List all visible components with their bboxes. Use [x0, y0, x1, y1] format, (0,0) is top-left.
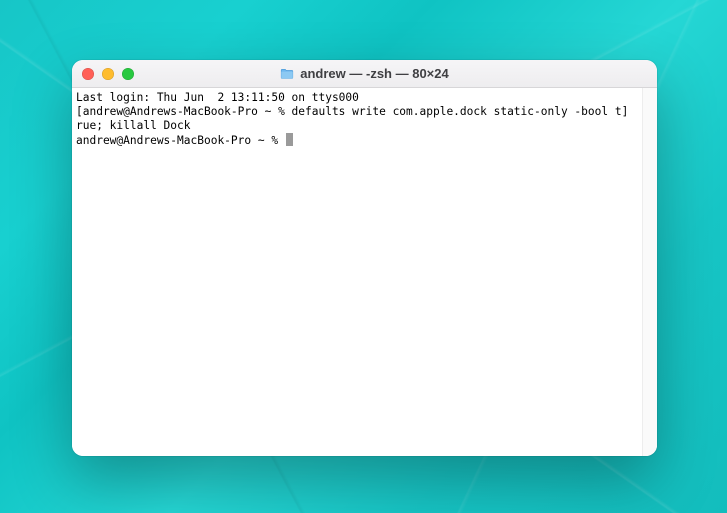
- vertical-scrollbar[interactable]: [642, 88, 657, 456]
- terminal-window: andrew — -zsh — 80×24 Last login: Thu Ju…: [72, 60, 657, 456]
- terminal-line: rue; killall Dock: [76, 119, 191, 132]
- zoom-icon[interactable]: [122, 68, 134, 80]
- window-title-text: andrew — -zsh — 80×24: [300, 66, 448, 81]
- terminal-output[interactable]: Last login: Thu Jun 2 13:11:50 on ttys00…: [72, 88, 642, 456]
- close-icon[interactable]: [82, 68, 94, 80]
- terminal-line: [andrew@Andrews-MacBook-Pro ~ % defaults…: [76, 105, 628, 118]
- cursor-icon: [286, 133, 293, 146]
- window-title: andrew — -zsh — 80×24: [72, 66, 657, 81]
- terminal-body[interactable]: Last login: Thu Jun 2 13:11:50 on ttys00…: [72, 88, 657, 456]
- window-titlebar[interactable]: andrew — -zsh — 80×24: [72, 60, 657, 88]
- minimize-icon[interactable]: [102, 68, 114, 80]
- folder-icon: [280, 67, 294, 81]
- terminal-line: Last login: Thu Jun 2 13:11:50 on ttys00…: [76, 91, 359, 104]
- terminal-prompt: andrew@Andrews-MacBook-Pro ~ %: [76, 134, 285, 147]
- window-controls: [72, 68, 134, 80]
